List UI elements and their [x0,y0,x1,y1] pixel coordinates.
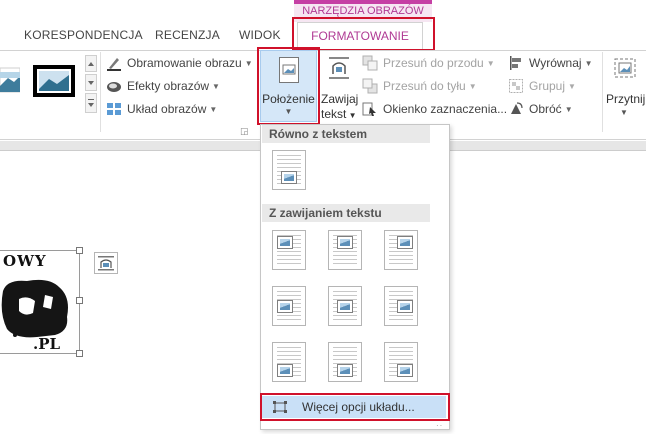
selection-pane-button[interactable]: Okienko zaznaczenia... [362,100,507,118]
picture-effects-label: Efekty obrazów [127,79,210,93]
group-label: Grupuj [529,79,566,93]
gallery-scroll-up-button[interactable] [85,55,97,72]
selection-pane-icon [362,101,378,117]
tab-widok[interactable]: WIDOK [239,28,281,42]
position-label: Położenie [262,92,315,106]
picture-effects-icon [106,78,122,94]
position-middle-right[interactable] [384,286,418,326]
selection-pane-label: Okienko zaznaczenia... [383,102,508,116]
position-middle-center[interactable] [328,286,362,326]
section-header-inline: Równo z tekstem [262,125,430,143]
send-backward-button[interactable]: Przesuń do tyłu ▼ [362,77,477,95]
picture-style-thumb-1[interactable] [0,66,21,94]
rotate-button[interactable]: Obróć ▼ [508,100,573,118]
bring-forward-icon [362,55,378,71]
position-top-left[interactable] [272,230,306,270]
picture-layout-label: Układ obrazów [127,102,207,116]
more-layout-options-label: Więcej opcji układu... [302,400,415,414]
gallery-more-button[interactable] [85,93,97,113]
tab-formatowanie[interactable]: FORMATOWANIE [297,22,423,50]
dialog-launcher-icon[interactable]: ◲ [240,126,249,137]
align-button[interactable]: Wyrównaj ▼ [508,54,593,72]
align-icon [508,55,524,71]
picture-border-icon [106,55,122,71]
picture-layout-icon [106,101,122,117]
crop-dropdown-icon: ▼ [620,108,628,117]
picture-border-button[interactable]: Obramowanie obrazu ▼ [106,54,253,72]
wrap-text-label-1: Zawijaj [321,92,359,106]
position-top-right[interactable] [384,230,418,270]
rotate-label: Obróć [529,102,562,116]
bring-forward-label: Przesuń do przodu [383,56,484,70]
contextual-group-label: NARZĘDZIA OBRAZÓW [302,5,424,17]
picture-style-thumb-2[interactable] [33,65,75,97]
selected-picture[interactable]: OWY .PL [0,250,80,354]
ribbon-separator [602,52,603,132]
align-label: Wyrównaj [529,56,582,70]
send-backward-icon [362,78,378,94]
tab-recenzja[interactable]: RECENZJA [155,28,220,42]
resize-handle-bottom-right[interactable] [76,350,83,357]
bring-forward-button[interactable]: Przesuń do przodu ▼ [362,54,495,72]
image-text-bottom: .PL [33,335,61,353]
gallery-scroll-down-button[interactable] [85,74,97,91]
resize-handle-top-right[interactable] [76,247,83,254]
wrap-text-label-2: tekst ▼ [321,107,357,121]
crop-label: Przytnij [606,92,646,106]
crop-button[interactable]: Przytnij ▼ [604,52,646,124]
rotate-icon [508,101,524,117]
position-button[interactable]: Położenie ▼ [260,50,317,122]
more-layout-options-item[interactable]: Więcej opcji układu... [262,396,446,418]
section-header-wrap: Z zawijaniem tekstu [262,204,430,222]
position-bottom-left[interactable] [272,342,306,382]
send-backward-label: Przesuń do tyłu [383,79,466,93]
position-icon [279,57,299,83]
resize-handle-right[interactable] [76,297,83,304]
picture-border-label: Obramowanie obrazu [127,56,242,70]
layout-options-icon [98,256,114,271]
wrap-text-button[interactable]: Zawijaj tekst ▼ [321,52,359,121]
wrap-text-icon [329,57,349,79]
resize-grip-icon[interactable]: ·· [436,421,448,430]
group-icon [508,78,524,94]
ribbon-separator [100,52,101,132]
position-top-center[interactable] [328,230,362,270]
more-layout-options-icon [272,400,288,414]
position-inline[interactable] [272,150,306,190]
group-button[interactable]: Grupuj ▼ [508,77,576,95]
position-bottom-right[interactable] [384,342,418,382]
position-middle-left[interactable] [272,286,306,326]
picture-layout-button[interactable]: Układ obrazów ▼ [106,100,217,118]
layout-options-button[interactable] [94,252,118,274]
picture-effects-button[interactable]: Efekty obrazów ▼ [106,77,220,95]
position-bottom-center[interactable] [328,342,362,382]
crop-icon [614,58,636,78]
position-dropdown-icon: ▼ [284,107,293,116]
image-text-top: OWY [3,252,47,270]
tab-korespondencja[interactable]: KORESPONDENCJA [24,28,143,42]
